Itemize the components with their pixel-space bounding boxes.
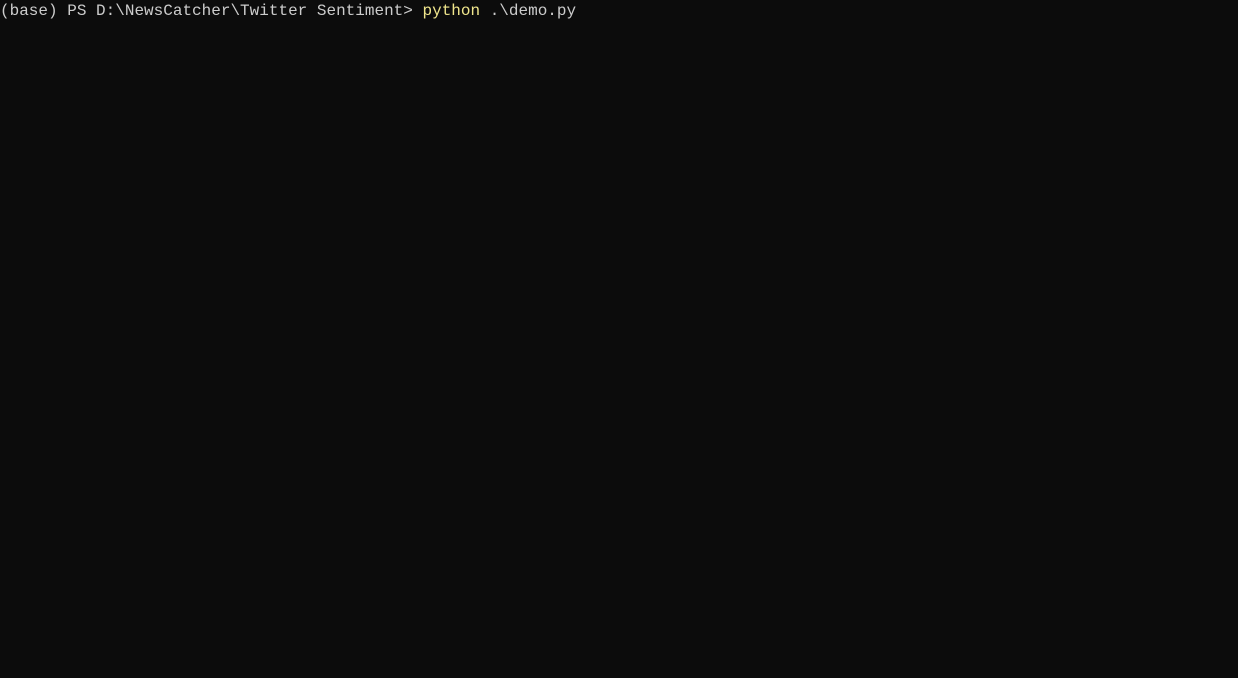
shell-name: PS <box>67 2 96 20</box>
command-executable: python <box>422 2 480 20</box>
terminal-prompt-line[interactable]: (base) PS D:\NewsCatcher\Twitter Sentime… <box>0 0 1238 22</box>
conda-env-prefix: (base) <box>0 2 67 20</box>
command-arguments: .\demo.py <box>480 2 576 20</box>
current-directory: D:\NewsCatcher\Twitter Sentiment> <box>96 2 422 20</box>
